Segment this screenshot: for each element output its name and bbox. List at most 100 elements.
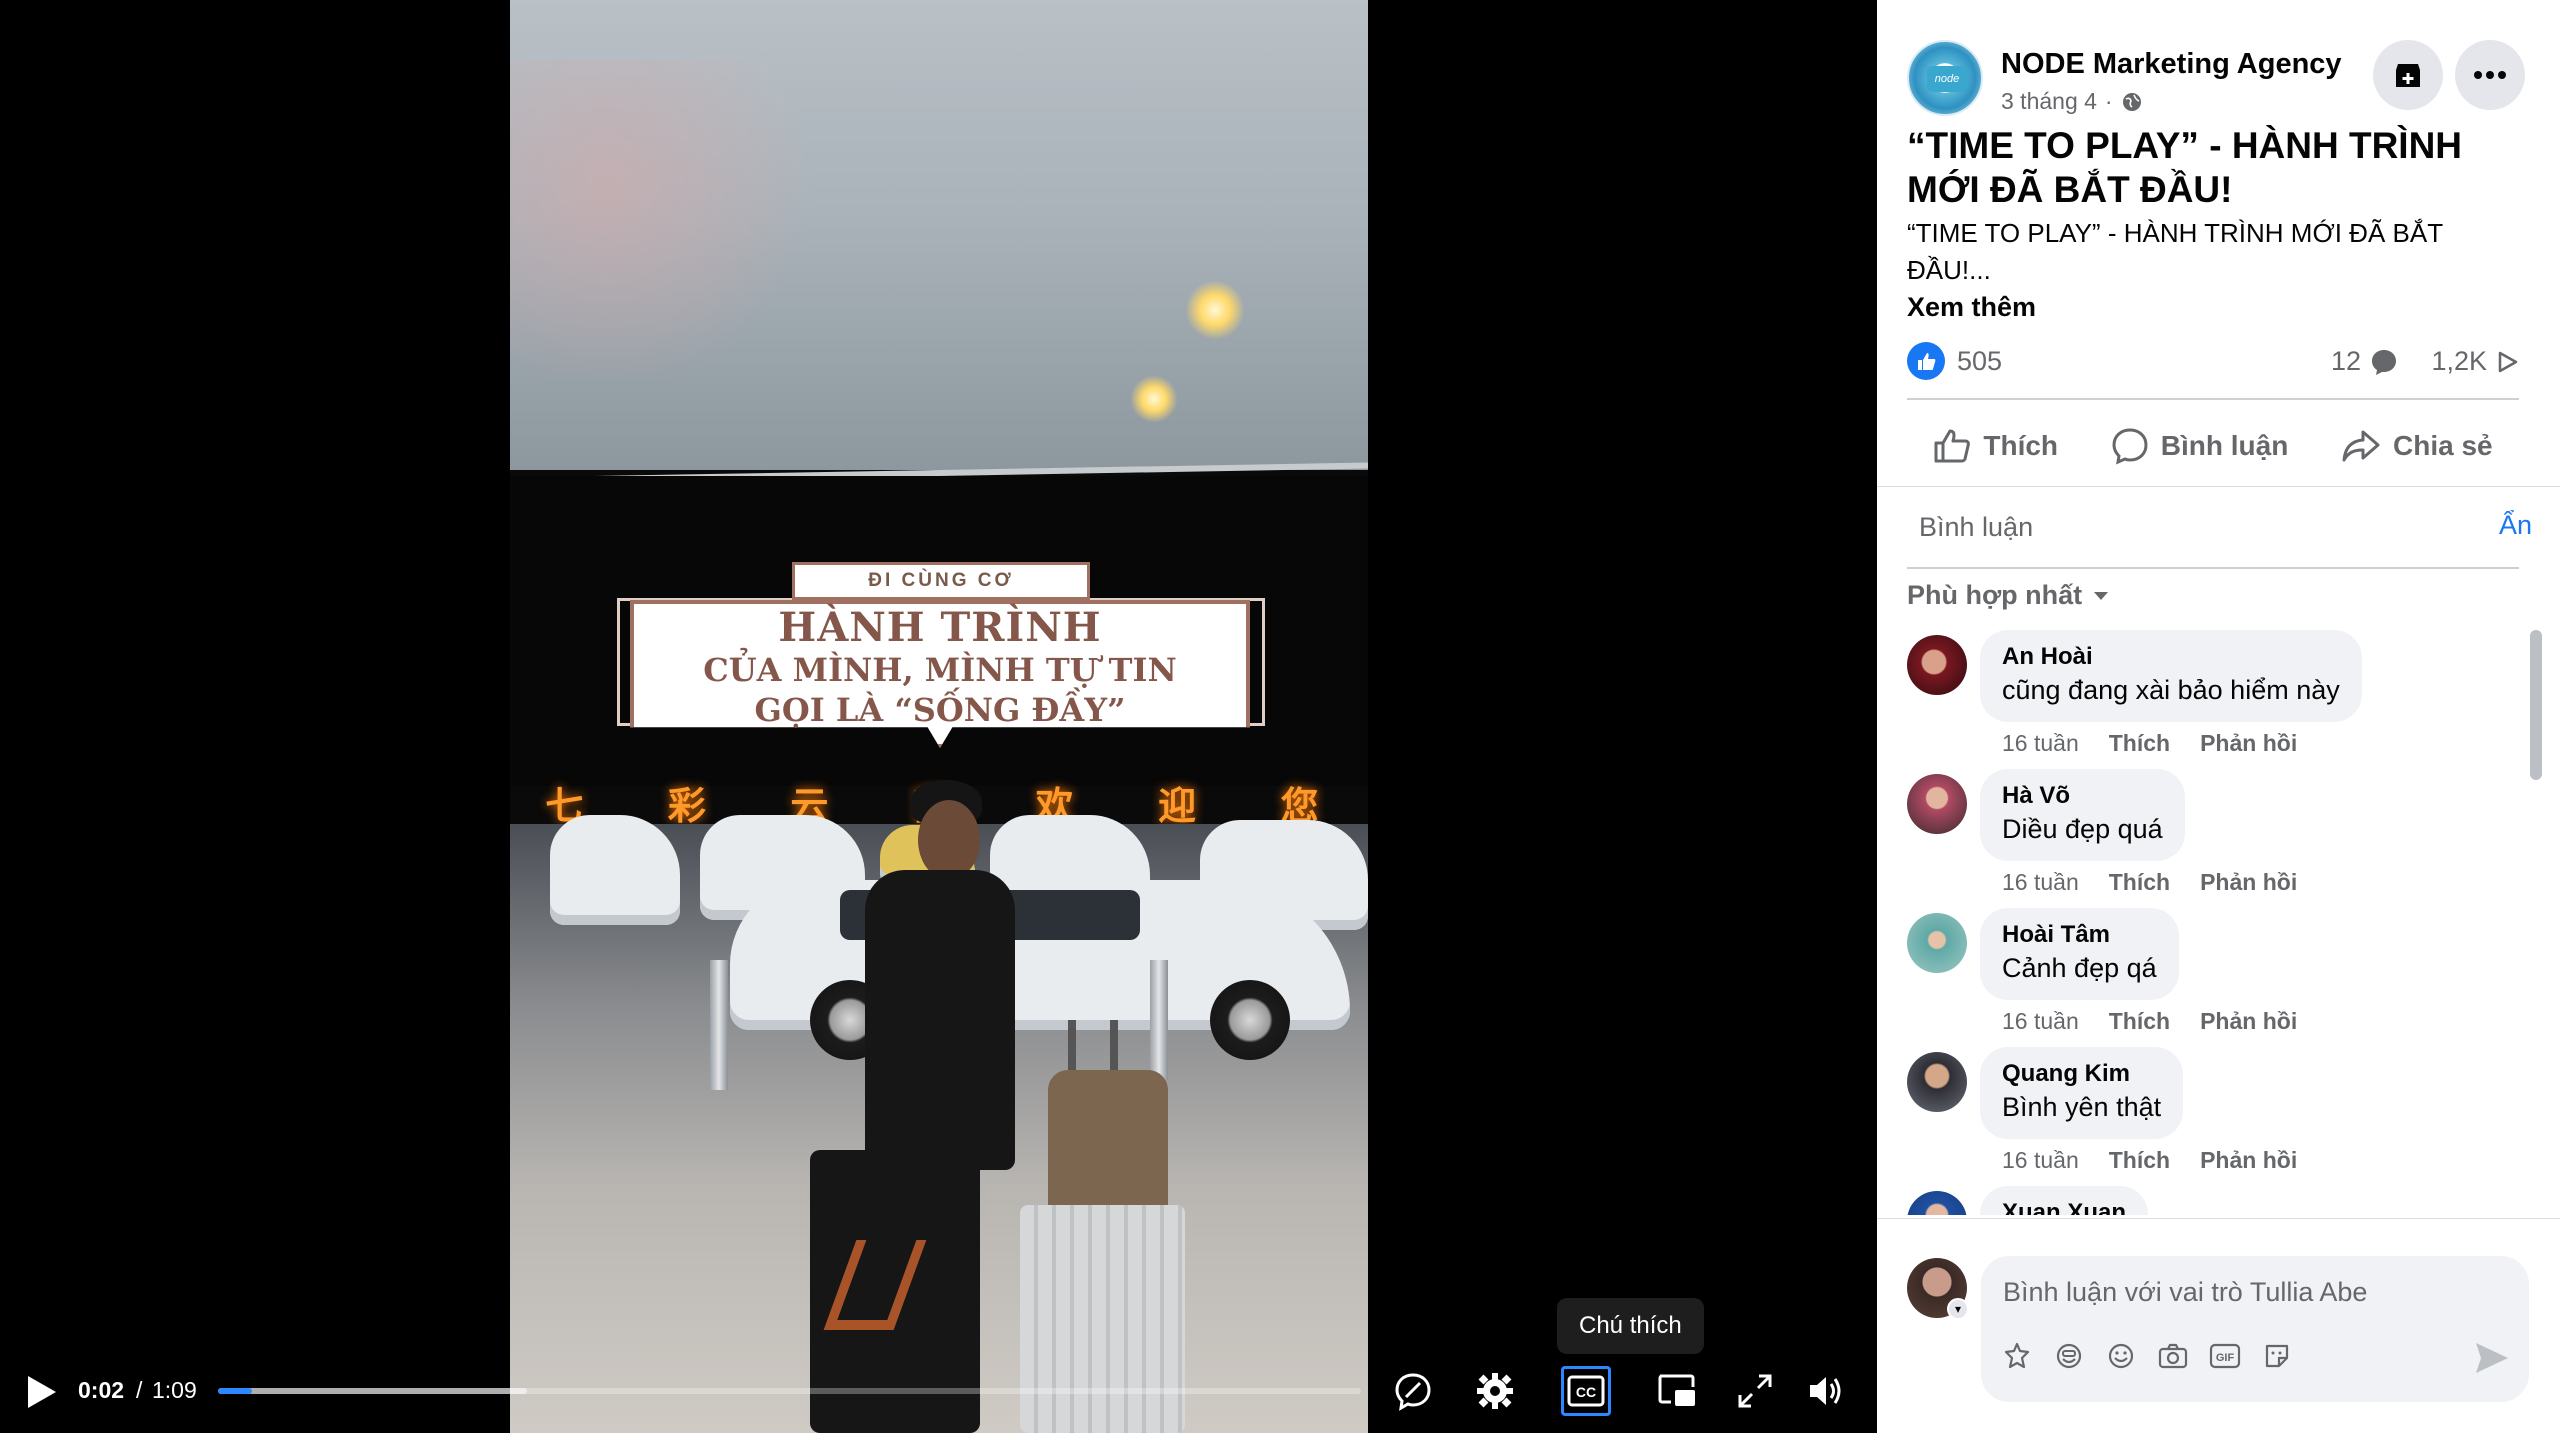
panel-separator [1877, 486, 2560, 487]
comment-meta: 16 tuần Thích Phản hồi [2002, 730, 2297, 757]
neon-char: 彩 [667, 785, 720, 828]
camera-icon[interactable] [2157, 1340, 2189, 1372]
commenter-name[interactable]: Hà Võ [2002, 781, 2163, 811]
commenter-avatar[interactable] [1907, 1191, 1967, 1215]
comment-text: Diều đẹp quá [2002, 814, 2163, 844]
post-actions: Thích Bình luận Chia sẻ [1907, 410, 2519, 482]
commenter-name[interactable]: Hoài Tâm [2002, 920, 2157, 950]
current-time: 0:02 [78, 1377, 125, 1403]
see-more-link[interactable]: Xem thêm [1907, 292, 2036, 323]
post-date[interactable]: 3 tháng 4 [2001, 88, 2097, 115]
comment-like-button[interactable]: Thích [2109, 1008, 2170, 1035]
title-card-text: HÀNH TRÌNH CỦA MÌNH, MÌNH TỰ TIN GỌI LÀ … [630, 606, 1250, 730]
title-tag: ĐI CÙNG CƠ [792, 562, 1090, 600]
post-title: “TIME TO PLAY” - HÀNH TRÌNH MỚI ĐÃ BẮT Đ… [1907, 125, 2463, 210]
comment-bubble: Quang Kim Bình yên thật [1980, 1047, 2184, 1139]
gif-icon[interactable]: GIF [2209, 1340, 2241, 1372]
commenter-name[interactable]: Quang Kim [2002, 1059, 2161, 1089]
comment-item: Hoài Tâm Cảnh đẹp qá 16 tuần Thích Phản … [1907, 908, 2507, 1048]
post-meta: 3 tháng 4 · [2001, 88, 2143, 115]
chevron-down-icon[interactable]: ▾ [1947, 1298, 1969, 1320]
title-line-2: CỦA MÌNH, MÌNH TỰ TIN [703, 651, 1177, 689]
comments-scrollbar[interactable] [2530, 630, 2542, 780]
svg-text:GIF: GIF [2216, 1352, 2235, 1364]
fullscreen-icon[interactable] [1730, 1366, 1780, 1416]
play-icon[interactable] [24, 1374, 58, 1410]
comment-time[interactable]: 16 tuần [2002, 1147, 2079, 1174]
comment-meta: 16 tuần Thích Phản hồi [2002, 869, 2297, 896]
comment-reply-button[interactable]: Phản hồi [2200, 1008, 2297, 1035]
comment-icon [2112, 428, 2148, 465]
comment-reply-button[interactable]: Phản hồi [2200, 1147, 2297, 1174]
more-icon [2474, 71, 2506, 79]
comment-meta: 16 tuần Thích Phản hồi [2002, 1147, 2297, 1174]
comment-composer: GIF [1981, 1256, 2529, 1402]
captions-icon[interactable]: CC [1561, 1366, 1611, 1416]
reactions-row: 505 12 1,2K [1907, 340, 2519, 384]
progress-bar[interactable] [218, 1388, 1361, 1394]
emoji-icon[interactable] [2105, 1340, 2137, 1372]
comment-text: Cảnh đẹp qá [2002, 953, 2157, 983]
like-button[interactable]: Thích [1921, 416, 2070, 476]
commenter-avatar[interactable] [1907, 1052, 1967, 1112]
title-line-3: GỌI LÀ “SỐNG ĐẦY” [754, 691, 1126, 729]
commenter-avatar[interactable] [1907, 913, 1967, 973]
bollard [1150, 960, 1168, 1080]
composer-separator [1877, 1218, 2560, 1219]
sticker-square-icon[interactable] [2261, 1340, 2293, 1372]
comment-reply-button[interactable]: Phản hồi [2200, 730, 2297, 757]
comment-time[interactable]: 16 tuần [2002, 730, 2079, 757]
share-button[interactable]: Chia sẻ [2329, 416, 2505, 476]
play-count-icon [2498, 351, 2518, 372]
share-icon [2342, 430, 2380, 462]
volume-icon[interactable] [1802, 1366, 1852, 1416]
comment-like-button[interactable]: Thích [2109, 1147, 2170, 1174]
comment-item: An Hoài cũng đang xài bảo hiểm này 16 tu… [1907, 630, 2507, 770]
save-post-button[interactable] [2373, 40, 2443, 110]
picture-in-picture-icon[interactable] [1652, 1366, 1702, 1416]
comment-reply-button[interactable]: Phản hồi [2200, 869, 2297, 896]
comment-count-value: 12 [2330, 346, 2361, 376]
comment-like-button[interactable]: Thích [2109, 730, 2170, 757]
settings-icon[interactable] [1470, 1366, 1520, 1416]
send-icon[interactable] [2473, 1340, 2511, 1376]
view-count-value: 1,2K [2431, 346, 2487, 376]
video-player[interactable]: 七 彩 云 南 欢 迎 您 [0, 0, 1877, 1433]
car-wheel [1210, 980, 1290, 1060]
like-reaction-icon[interactable] [1907, 342, 1945, 380]
comment-sort-dropdown[interactable]: Phù hợp nhất [1907, 580, 2110, 611]
page-name[interactable]: NODE Marketing Agency [2001, 48, 2342, 81]
commenter-avatar[interactable] [1907, 774, 1967, 834]
more-options-button[interactable] [2455, 40, 2525, 110]
comment-button[interactable]: Bình luận [2099, 416, 2301, 476]
comments-list[interactable]: An Hoài cũng đang xài bảo hiểm này 16 tu… [1907, 630, 2517, 1215]
commenter-name[interactable]: Xuan Xuan [2002, 1198, 2126, 1215]
neon-char: 迎 [1158, 785, 1211, 828]
car [550, 815, 680, 925]
comment-input[interactable] [2003, 1272, 2503, 1312]
divider [1907, 567, 2519, 569]
comment-like-button[interactable]: Thích [2109, 869, 2170, 896]
video-ceiling-glow [510, 60, 830, 380]
chat-icon[interactable] [1388, 1366, 1438, 1416]
avatar-sticker-icon[interactable] [2001, 1340, 2033, 1372]
caret-down-icon [2094, 591, 2109, 600]
hide-comments-link[interactable]: Ẩn [2499, 510, 2532, 541]
handbag [1048, 1070, 1168, 1220]
comment-bubble: Xuan Xuan [1980, 1186, 2149, 1215]
video-frame[interactable]: 七 彩 云 南 欢 迎 您 [510, 0, 1368, 1433]
post-side-panel: node NODE Marketing Agency 3 tháng 4 · “… [1877, 0, 2560, 1433]
ceiling-light [1185, 280, 1245, 340]
divider [1907, 398, 2519, 400]
commenter-avatar[interactable] [1907, 635, 1967, 695]
like-count[interactable]: 505 [1957, 346, 2002, 377]
progress-fill [218, 1388, 253, 1394]
comment-count[interactable]: 12 [2331, 346, 2399, 377]
commenter-name[interactable]: An Hoài [2002, 642, 2340, 672]
comment-time[interactable]: 16 tuần [2002, 1008, 2079, 1035]
sticker-icon[interactable] [2053, 1340, 2085, 1372]
page-avatar[interactable]: node [1907, 40, 1983, 116]
comment-time[interactable]: 16 tuần [2002, 869, 2079, 896]
thumbs-up-icon [1934, 429, 1971, 463]
comment-bubble: Hoài Tâm Cảnh đẹp qá [1980, 908, 2179, 1000]
